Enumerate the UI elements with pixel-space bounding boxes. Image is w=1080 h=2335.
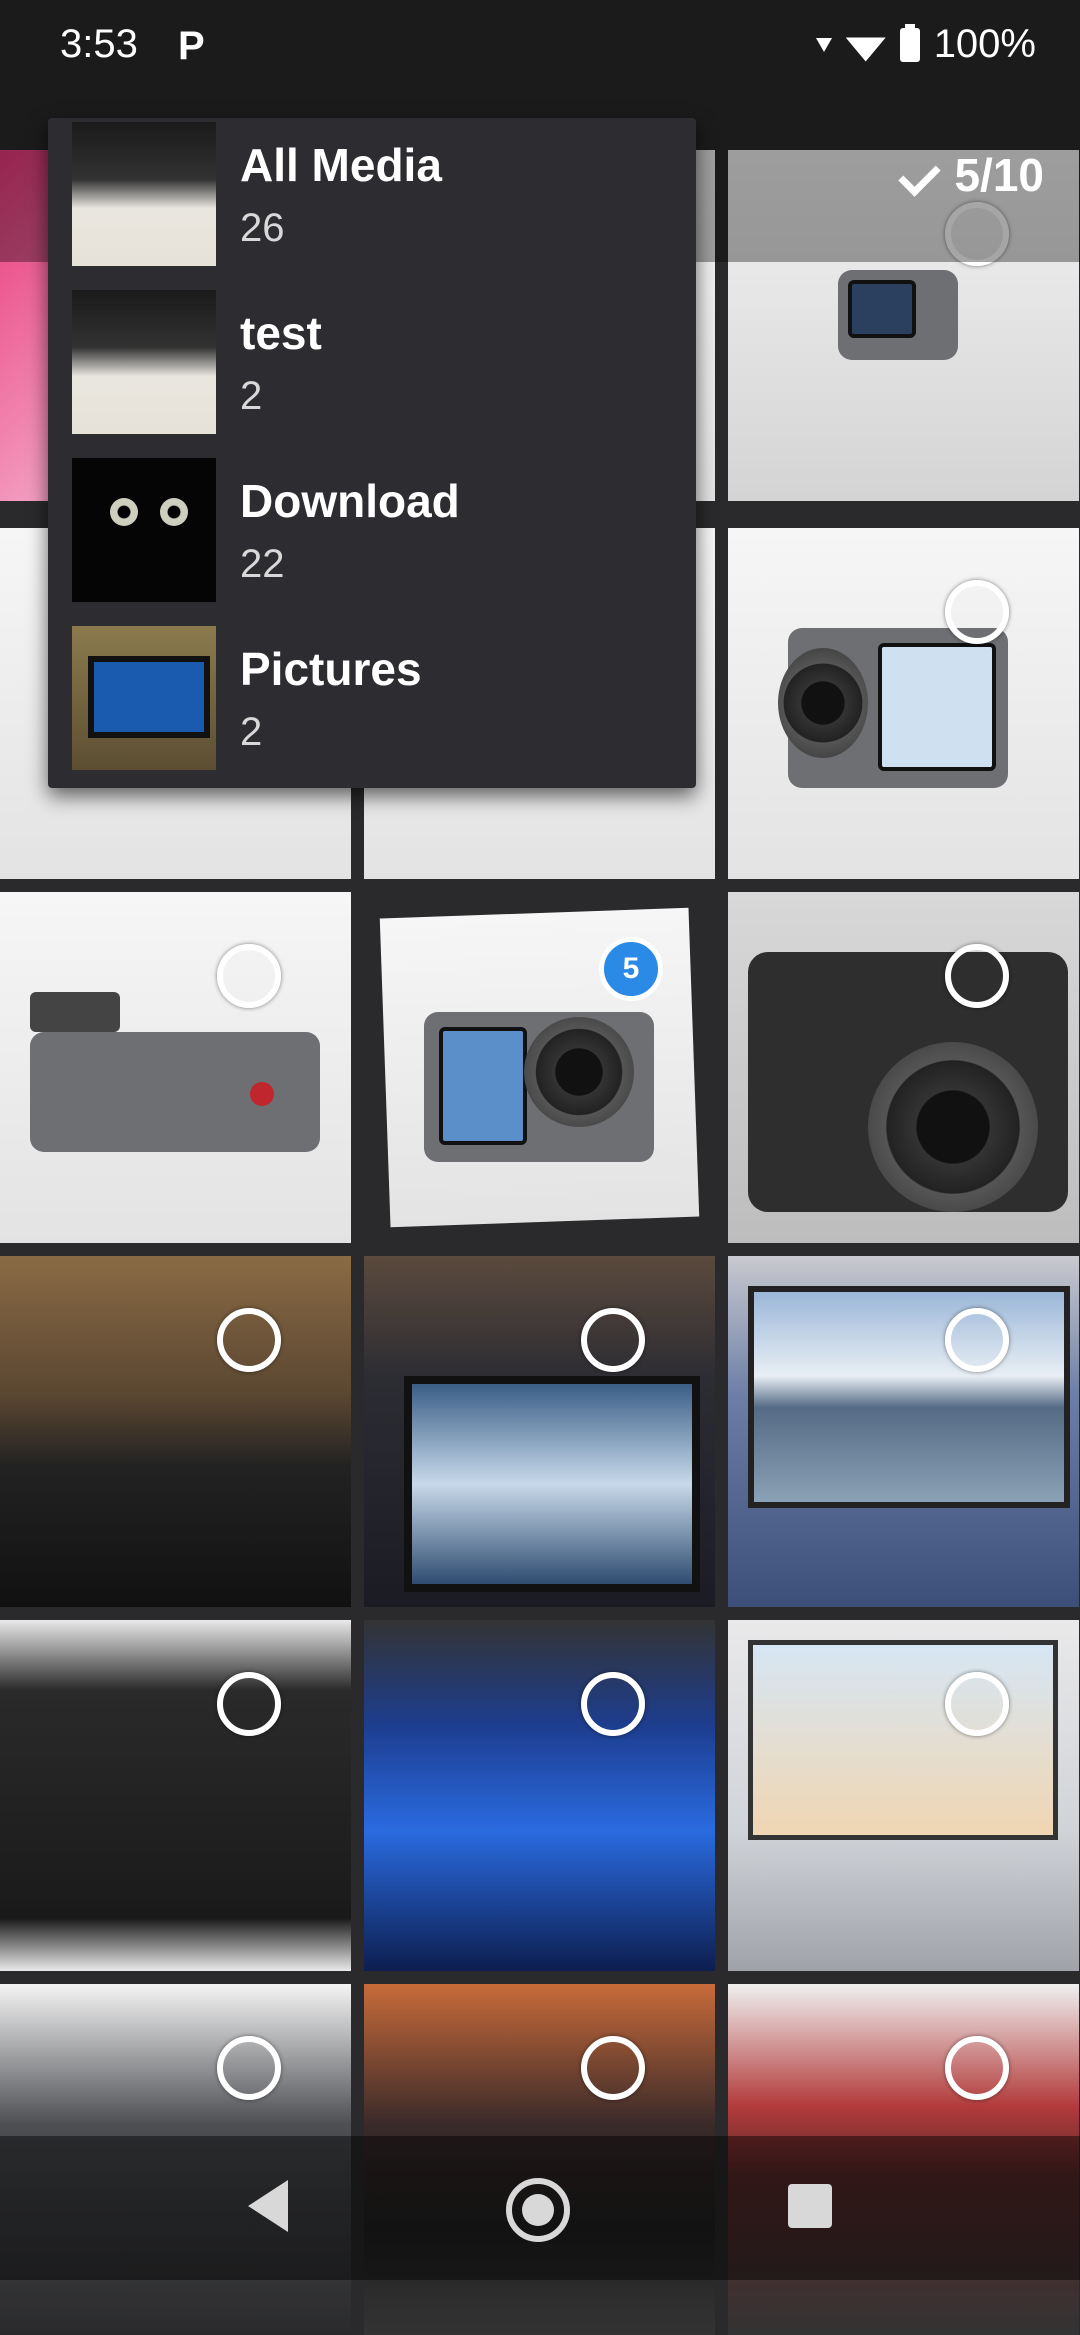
selection-counter[interactable]: 5/10 bbox=[902, 148, 1044, 202]
media-tile[interactable] bbox=[364, 1620, 715, 1971]
select-circle-icon[interactable] bbox=[217, 1672, 281, 1736]
media-tile[interactable] bbox=[728, 528, 1079, 879]
media-tile[interactable] bbox=[0, 892, 351, 1243]
album-count: 22 bbox=[240, 542, 285, 586]
status-bar: 3:53 P 100% bbox=[0, 0, 1080, 96]
select-circle-icon[interactable] bbox=[581, 1672, 645, 1736]
select-circle-icon[interactable] bbox=[217, 1308, 281, 1372]
media-tile[interactable] bbox=[728, 1620, 1079, 1971]
back-icon[interactable] bbox=[248, 2180, 288, 2232]
check-icon bbox=[902, 153, 946, 197]
album-name: Download bbox=[240, 475, 460, 527]
select-circle-icon[interactable] bbox=[217, 944, 281, 1008]
media-tile[interactable] bbox=[0, 1620, 351, 1971]
selection-counter-text: 5/10 bbox=[954, 149, 1044, 201]
media-tile[interactable] bbox=[728, 892, 1079, 1243]
selection-order-badge[interactable]: 5 bbox=[599, 937, 663, 1001]
album-name: Pictures bbox=[240, 643, 422, 695]
wifi-icon bbox=[846, 30, 886, 60]
signal-icon bbox=[815, 37, 832, 52]
select-circle-icon[interactable] bbox=[945, 944, 1009, 1008]
navigation-bar bbox=[0, 2136, 1080, 2280]
media-tile[interactable] bbox=[0, 1256, 351, 1607]
album-item-all-media[interactable]: All Media 26 bbox=[72, 118, 672, 266]
album-dropdown-menu: All Media 26 test 2 Download 22 Pictures… bbox=[48, 118, 696, 788]
album-count: 26 bbox=[240, 206, 285, 250]
album-name: test bbox=[240, 307, 322, 359]
battery-level: 100% bbox=[933, 22, 1036, 66]
album-item-download[interactable]: Download 22 bbox=[72, 454, 672, 602]
battery-charging-icon bbox=[899, 23, 920, 62]
media-tile[interactable] bbox=[728, 1256, 1079, 1607]
select-circle-icon[interactable] bbox=[945, 1672, 1009, 1736]
status-icons: 100% bbox=[815, 22, 1036, 67]
select-circle-icon[interactable] bbox=[581, 2036, 645, 2100]
media-tile-selected[interactable]: 5 bbox=[364, 892, 715, 1243]
album-item-test[interactable]: test 2 bbox=[72, 286, 672, 434]
album-thumbnail bbox=[72, 626, 216, 770]
album-thumbnail bbox=[72, 290, 216, 434]
album-thumbnail bbox=[72, 122, 216, 266]
recent-apps-icon[interactable] bbox=[788, 2184, 832, 2228]
select-circle-icon[interactable] bbox=[581, 1308, 645, 1372]
album-count: 2 bbox=[240, 374, 263, 418]
select-circle-icon[interactable] bbox=[217, 2036, 281, 2100]
parking-notification-icon: P bbox=[178, 24, 205, 68]
album-name: All Media bbox=[240, 139, 442, 191]
media-tile[interactable] bbox=[364, 1256, 715, 1607]
status-time: 3:53 bbox=[60, 22, 138, 66]
home-icon[interactable] bbox=[506, 2178, 570, 2242]
select-circle-icon[interactable] bbox=[945, 1308, 1009, 1372]
album-thumbnail bbox=[72, 458, 216, 602]
select-circle-icon[interactable] bbox=[945, 2036, 1009, 2100]
album-item-pictures[interactable]: Pictures 2 bbox=[72, 622, 672, 770]
select-circle-icon[interactable] bbox=[945, 580, 1009, 644]
album-count: 2 bbox=[240, 710, 263, 754]
